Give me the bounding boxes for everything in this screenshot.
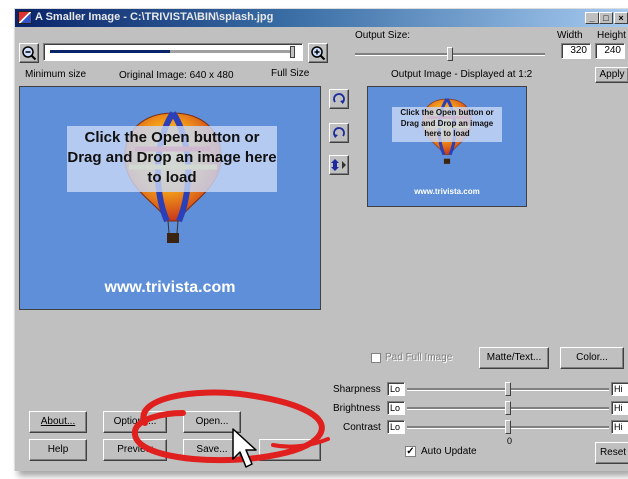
flip-button[interactable] <box>329 155 349 175</box>
original-image-panel[interactable]: Click the Open button or Drag and Drop a… <box>19 86 321 310</box>
about-button[interactable]: About... <box>29 411 87 433</box>
main-image-hint: Click the Open button or Drag and Drop a… <box>67 126 277 192</box>
full-size-label: Full Size <box>271 68 310 79</box>
zoom-minus-icon <box>22 46 37 61</box>
rotate-right-button[interactable] <box>329 89 349 109</box>
zoom-plus-icon <box>311 46 326 61</box>
maximize-button[interactable]: □ <box>599 12 613 24</box>
zoom-slider[interactable] <box>43 43 303 61</box>
app-icon <box>18 11 32 24</box>
auto-update-checkbox[interactable]: ✓ <box>405 446 416 457</box>
pad-full-image-checkbox[interactable] <box>371 353 381 363</box>
apply-button[interactable]: Apply <box>595 67 628 83</box>
original-image-label: Original Image: 640 x 480 <box>119 70 234 81</box>
minimize-button[interactable]: _ <box>585 12 599 24</box>
output-size-label: Output Size: <box>355 30 411 41</box>
height-input[interactable]: 240 <box>595 43 625 59</box>
zoom-out-button[interactable] <box>19 43 39 63</box>
matte-text-button[interactable]: Matte/Text... <box>479 347 549 369</box>
small-image-hint: Click the Open button or Drag and Drop a… <box>392 107 502 142</box>
sharpness-thumb[interactable] <box>505 382 511 396</box>
color-button[interactable]: Color... <box>560 347 624 369</box>
output-image-panel[interactable]: Click the Open button or Drag and Drop a… <box>367 86 527 207</box>
height-label: Height <box>597 30 626 41</box>
output-size-thumb[interactable] <box>447 47 453 61</box>
contrast-thumb[interactable] <box>505 420 511 434</box>
brightness-slider[interactable] <box>407 401 609 415</box>
contrast-zero-label: 0 <box>507 436 513 446</box>
help-button[interactable]: Help <box>29 439 87 461</box>
pad-full-image-label: Pad Full Image <box>385 352 453 363</box>
output-display-label: Output Image - Displayed at 1:2 <box>391 69 533 80</box>
rotate-right-icon <box>333 93 345 104</box>
rotate-left-button[interactable] <box>329 123 349 143</box>
sharpness-slider[interactable] <box>407 382 609 396</box>
sharpness-hi-label: Hi <box>611 382 628 396</box>
mouse-cursor-icon <box>232 428 257 468</box>
auto-update-label: Auto Update <box>421 446 477 457</box>
app-window: A Smaller Image - C:\TRIVISTA\BIN\splash… <box>14 8 628 471</box>
small-image-url: www.trivista.com <box>414 187 480 196</box>
contrast-lo-label: Lo <box>387 420 405 434</box>
sharpness-lo-label: Lo <box>387 382 405 396</box>
reset-button[interactable]: Reset <box>595 442 628 464</box>
zoom-slider-track <box>170 50 290 53</box>
main-image-url: www.trivista.com <box>104 279 236 296</box>
zoom-in-button[interactable] <box>308 43 328 63</box>
close-button[interactable]: × <box>614 12 628 24</box>
output-size-slider[interactable] <box>355 47 545 61</box>
brightness-lo-label: Lo <box>387 401 405 415</box>
flip-icon <box>331 159 346 171</box>
contrast-label: Contrast <box>343 422 381 433</box>
contrast-slider[interactable] <box>407 420 609 434</box>
zoom-slider-fill <box>50 50 170 53</box>
minimum-size-label: Minimum size <box>25 69 87 80</box>
rotate-left-icon <box>333 127 345 138</box>
zoom-slider-thumb[interactable] <box>290 46 295 58</box>
width-input[interactable]: 320 <box>561 43 591 59</box>
brightness-thumb[interactable] <box>505 401 511 415</box>
contrast-hi-label: Hi <box>611 420 628 434</box>
width-label: Width <box>557 30 583 41</box>
title-bar[interactable]: A Smaller Image - C:\TRIVISTA\BIN\splash… <box>15 9 628 27</box>
brightness-hi-label: Hi <box>611 401 628 415</box>
window-title: A Smaller Image - C:\TRIVISTA\BIN\splash… <box>35 11 274 23</box>
